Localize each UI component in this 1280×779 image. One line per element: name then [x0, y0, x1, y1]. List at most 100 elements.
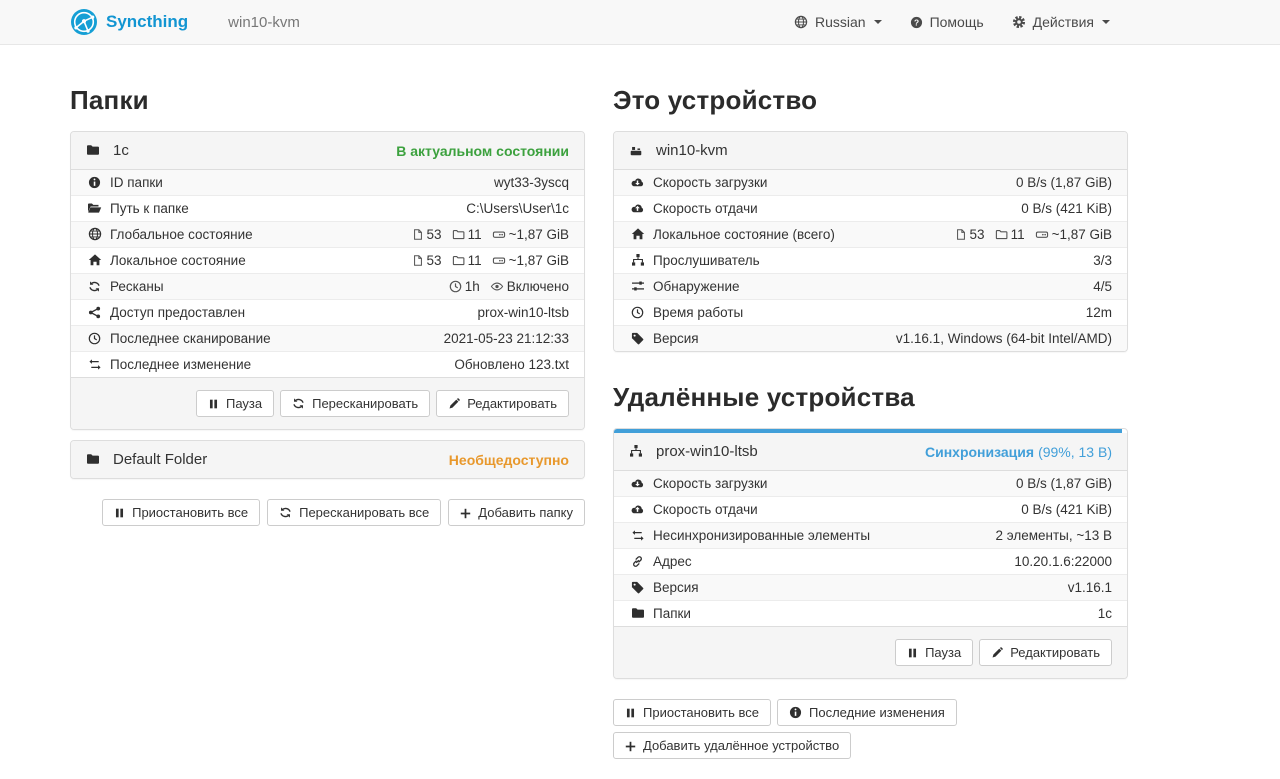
navbar-menu: Russian ? Помощь Действия [794, 14, 1110, 30]
row-value: 12m [865, 300, 1127, 326]
hdd-o-icon [1035, 227, 1049, 242]
row-label: Локальное состояние [71, 248, 338, 274]
row-label: Обнаружение [614, 274, 865, 300]
row-label: Доступ предоставлен [71, 300, 338, 326]
folder-panel-1c: 1c В актуальном состоянии ID папкиwyt33-… [70, 131, 585, 430]
device-name: win10-kvm [656, 142, 728, 159]
row-label: Путь к папке [71, 196, 338, 222]
rescan-folder-button[interactable]: Пересканировать [280, 390, 430, 417]
folder-o-icon [995, 227, 1008, 242]
svg-text:?: ? [914, 17, 919, 27]
language-menu[interactable]: Russian [794, 14, 882, 30]
row-label: Ресканы [71, 274, 338, 300]
help-menu[interactable]: ? Помощь [910, 14, 984, 30]
actions-menu[interactable]: Действия [1012, 14, 1110, 30]
edit-device-button[interactable]: Редактировать [979, 639, 1112, 666]
row-label: Несинхронизированные элементы [614, 523, 947, 549]
button-label: Редактировать [467, 396, 557, 411]
button-label: Приостановить все [643, 705, 759, 720]
row-value: 0 B/s (1,87 GiB) [947, 471, 1127, 497]
actions-label: Действия [1033, 14, 1094, 30]
table-row: Версияv1.16.1, Windows (64-bit Intel/AMD… [614, 326, 1127, 352]
eye-icon [490, 279, 504, 294]
table-row: Последнее сканирование2021-05-23 21:12:3… [71, 326, 584, 352]
row-value: prox-win10-ltsb [338, 300, 584, 326]
button-label: Добавить удалённое устройство [643, 738, 839, 753]
row-value: 5311~1,87 GiB [338, 222, 584, 248]
add-folder-button[interactable]: Добавить папку [448, 499, 585, 526]
pause-icon [625, 705, 636, 720]
link-icon [629, 553, 646, 570]
remote-devices-title: Удалённые устройства [613, 382, 1128, 413]
row-label: Последнее изменение [71, 352, 338, 378]
folder-icon [86, 451, 100, 468]
refresh-icon [86, 278, 103, 295]
table-row: Папки1c [614, 601, 1127, 627]
folder-panel-heading[interactable]: 1c В актуальном состоянии [71, 132, 584, 169]
row-value: 1hВключено [338, 274, 584, 300]
default-folder-heading[interactable]: Default Folder Необщедоступно [71, 441, 584, 478]
home-icon [86, 252, 103, 269]
clock-o-icon [86, 330, 103, 347]
table-row: Путь к папкеC:\Users\User\1c [71, 196, 584, 222]
folders-title: Папки [70, 85, 585, 116]
navbar-device-title: win10-kvm [228, 14, 300, 31]
plus-icon [460, 505, 471, 520]
pause-folder-button[interactable]: Пауза [196, 390, 274, 417]
table-row: Скорость отдачи0 B/s (421 KiB) [614, 196, 1127, 222]
add-remote-device-button[interactable]: Добавить удалённое устройство [613, 732, 851, 759]
row-label: ID папки [71, 170, 338, 196]
row-label: Скорость отдачи [614, 497, 947, 523]
globe-icon [86, 226, 103, 243]
remote-device-panel: prox-win10-ltsb Синхронизация(99%, 13 B)… [613, 428, 1128, 679]
device-status-detail: (99%, 13 B) [1038, 444, 1112, 460]
pause-device-button[interactable]: Пауза [895, 639, 973, 666]
value-part: 53 [970, 227, 985, 242]
sliders-icon [629, 278, 646, 295]
table-row: Версияv1.16.1 [614, 575, 1127, 601]
row-value: 5311~1,87 GiB [338, 248, 584, 274]
remote-device-heading[interactable]: prox-win10-ltsb Синхронизация(99%, 13 B) [614, 433, 1127, 470]
row-label: Время работы [614, 300, 865, 326]
remote-device-body: Скорость загрузки0 B/s (1,87 GiB)Скорост… [614, 470, 1127, 626]
remote-device-table: Скорость загрузки0 B/s (1,87 GiB)Скорост… [614, 471, 1127, 626]
remote-device-footer: ПаузаРедактировать [614, 626, 1127, 678]
table-row: Последнее изменениеОбновлено 123.txt [71, 352, 584, 378]
value-part: ~1,87 GiB [509, 253, 569, 268]
row-label: Скорость загрузки [614, 471, 947, 497]
devices-column: Это устройство win10-kvm Скорость загруз… [613, 45, 1128, 779]
row-label: Скорость загрузки [614, 170, 865, 196]
caret-down-icon [874, 20, 882, 24]
table-row: Ресканы1hВключено [71, 274, 584, 300]
this-device-heading[interactable]: win10-kvm [614, 132, 1127, 169]
pause-all-folders-button[interactable]: Приостановить все [102, 499, 260, 526]
table-row: Скорость загрузки0 B/s (1,87 GiB) [614, 170, 1127, 196]
table-row: ID папкиwyt33-3yscq [71, 170, 584, 196]
folder-status: Необщедоступно [449, 452, 569, 468]
brand-name: Syncthing [106, 12, 188, 32]
file-o-icon [412, 227, 424, 242]
row-value: 0 B/s (421 KiB) [865, 196, 1127, 222]
row-value: v1.16.1, Windows (64-bit Intel/AMD) [865, 326, 1127, 352]
row-value: 3/3 [865, 248, 1127, 274]
edit-folder-button[interactable]: Редактировать [436, 390, 569, 417]
row-value[interactable]: 2 элементы, ~13 B [947, 523, 1127, 549]
syncthing-brand[interactable]: Syncthing [70, 8, 188, 37]
pause-icon [114, 505, 125, 520]
row-value: wyt33-3yscq [338, 170, 584, 196]
info-circle-icon [86, 174, 103, 191]
value-part: ~1,87 GiB [1052, 227, 1112, 242]
device-name: prox-win10-ltsb [656, 443, 758, 460]
pause-all-devices-button[interactable]: Приостановить все [613, 699, 771, 726]
button-label: Пауза [226, 396, 262, 411]
pencil-icon [991, 645, 1003, 660]
top-navbar: Syncthing win10-kvm Russian ? Помощь Дей… [0, 0, 1280, 45]
row-label: Последнее сканирование [71, 326, 338, 352]
pause-icon [208, 396, 219, 411]
pause-icon [907, 645, 918, 660]
value-part: 53 [427, 253, 442, 268]
rescan-all-button[interactable]: Пересканировать все [267, 499, 441, 526]
this-device-table: Скорость загрузки0 B/s (1,87 GiB)Скорост… [614, 170, 1127, 351]
recent-changes-button[interactable]: Последние изменения [777, 699, 957, 726]
folder-details-table: ID папкиwyt33-3yscqПуть к папкеC:\Users\… [71, 170, 584, 377]
